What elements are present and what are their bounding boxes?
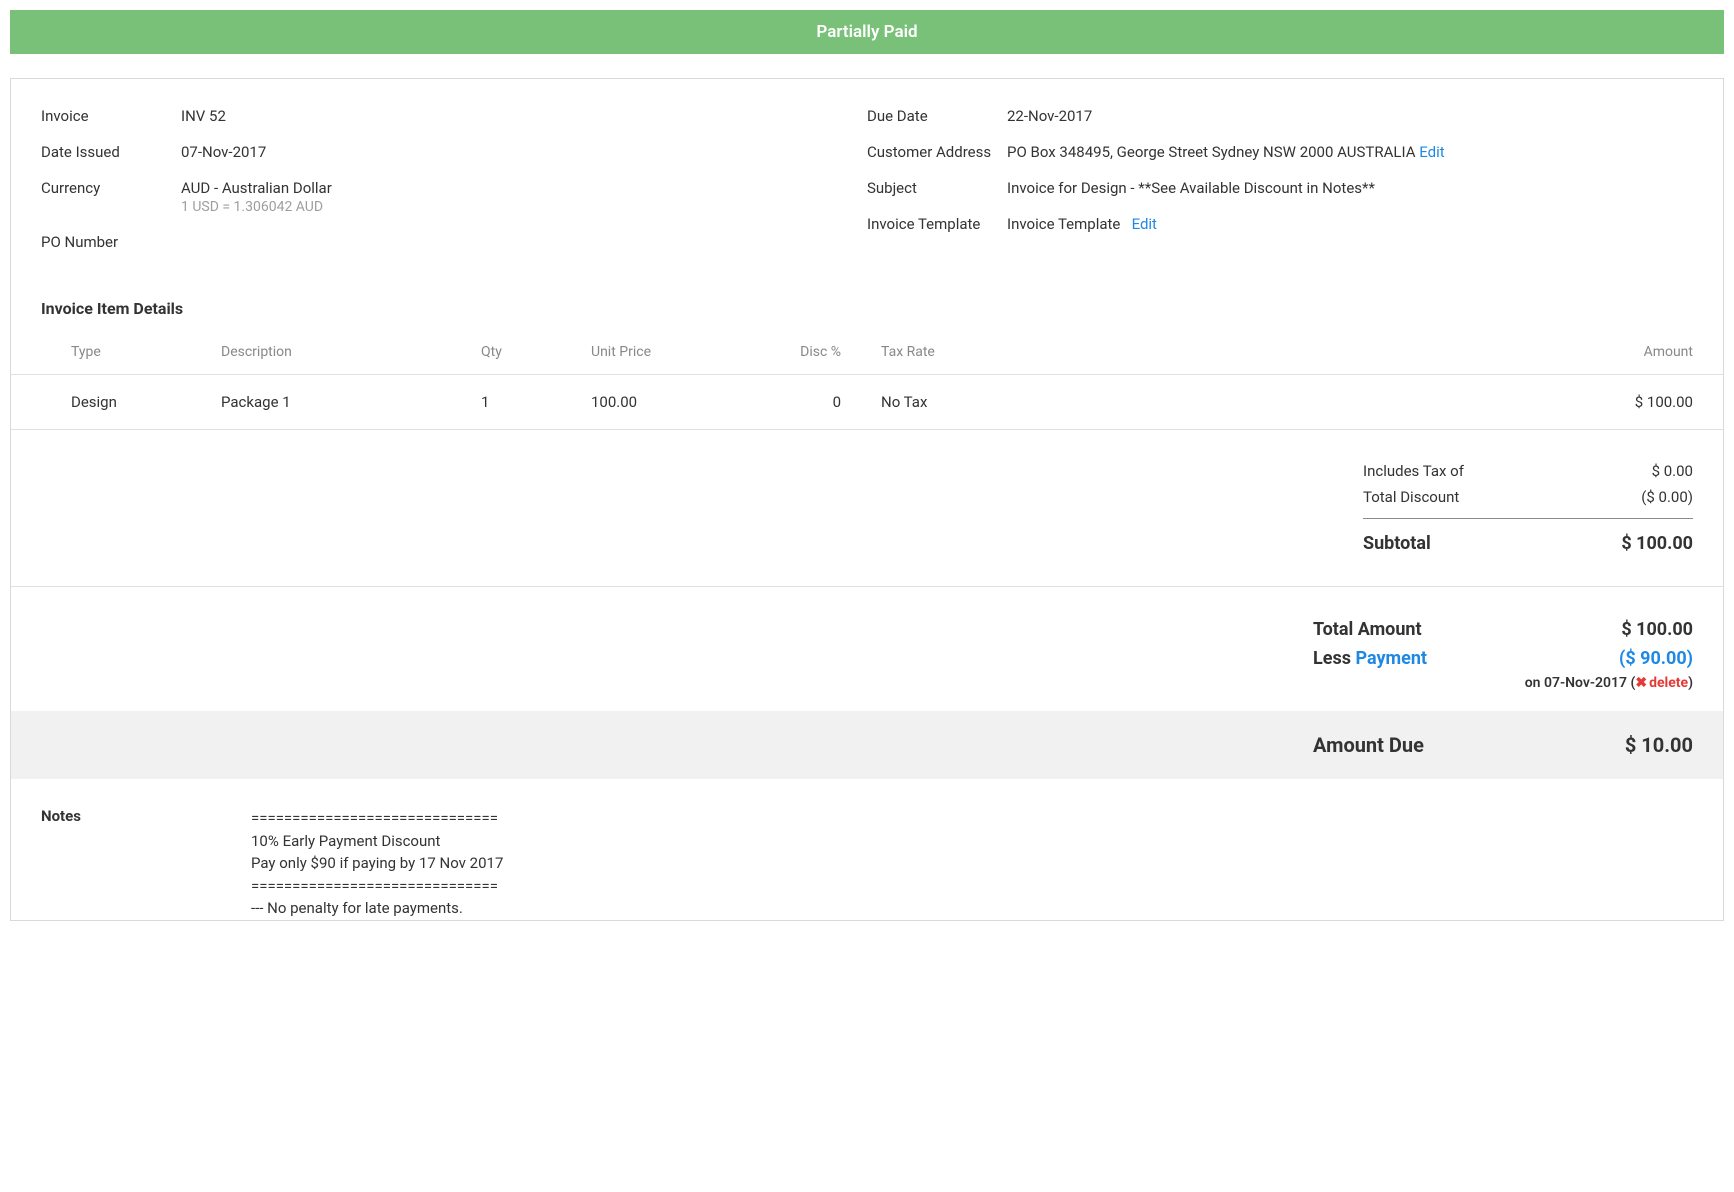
edit-customer-address-link[interactable]: Edit [1419,143,1444,161]
invoice-meta: Invoice INV 52 Date Issued 07-Nov-2017 C… [11,79,1723,279]
less-payment-value: ($ 90.00) [1619,648,1693,669]
subject-value: Invoice for Design - **See Available Dis… [1007,179,1693,197]
payment-paren-close: ) [1688,675,1693,691]
total-discount-label: Total Discount [1363,488,1459,506]
due-date-label: Due Date [867,107,1007,125]
close-icon: ✖ [1635,675,1647,691]
notes-label: Notes [41,807,251,920]
total-amount-label: Total Amount [1313,619,1422,640]
col-amount: Amount [1051,332,1723,375]
invoice-template-value: Invoice Template [1007,215,1120,233]
total-amount-value: $ 100.00 [1621,619,1693,640]
item-unit-price: 100.00 [581,375,771,430]
item-qty: 1 [471,375,581,430]
currency-value: AUD - Australian Dollar [181,179,867,197]
currency-label: Currency [41,179,181,197]
date-issued-value: 07-Nov-2017 [181,143,867,161]
amount-due-value: $ 10.00 [1625,733,1693,757]
delete-payment-text: delete [1649,675,1688,691]
amount-due-bar: Amount Due $ 10.00 [11,711,1723,779]
po-number-label: PO Number [41,233,181,251]
date-issued-label: Date Issued [41,143,181,161]
customer-address-value: PO Box 348495, George Street Sydney NSW … [1007,143,1415,161]
payment-on-prefix: on [1525,675,1544,691]
col-unit-price: Unit Price [581,332,771,375]
subtotal-value: $ 100.00 [1621,533,1693,554]
delete-payment-link[interactable]: ✖delete [1635,675,1688,691]
less-label: Less [1313,648,1351,669]
meta-right-column: Due Date 22-Nov-2017 Customer Address PO… [867,107,1693,269]
status-banner: Partially Paid [10,10,1724,54]
item-amount: $ 100.00 [1051,375,1723,430]
invoice-number-label: Invoice [41,107,181,125]
item-description: Package 1 [211,375,471,430]
col-description: Description [211,332,471,375]
includes-tax-value: $ 0.00 [1652,462,1693,480]
table-row: Design Package 1 1 100.00 0 No Tax $ 100… [11,375,1723,430]
payment-link[interactable]: Payment [1355,648,1427,669]
invoice-number-value: INV 52 [181,107,867,125]
col-tax-rate: Tax Rate [871,332,1051,375]
subtotal-label: Subtotal [1363,533,1431,554]
col-qty: Qty [471,332,581,375]
items-section-title: Invoice Item Details [11,279,1723,332]
invoice-template-label: Invoice Template [867,215,1007,233]
item-discount: 0 [771,375,871,430]
grand-total-block: Total Amount $ 100.00 Less Payment ($ 90… [11,587,1723,711]
subtotals-block: Includes Tax of $ 0.00 Total Discount ($… [11,430,1723,587]
notes-body: ============================== 10% Early… [251,807,503,920]
total-discount-value: ($ 0.00) [1641,488,1693,506]
subject-label: Subject [867,179,1007,197]
amount-due-label: Amount Due [1313,733,1424,757]
notes-section: Notes ============================== 10%… [11,779,1723,920]
due-date-value: 22-Nov-2017 [1007,107,1693,125]
col-type: Type [11,332,211,375]
item-type: Design [11,375,211,430]
col-discount: Disc % [771,332,871,375]
payment-meta: on 07-Nov-2017 (✖delete) [1313,675,1693,691]
invoice-items-table: Type Description Qty Unit Price Disc % T… [11,332,1723,430]
payment-on-date: 07-Nov-2017 [1544,675,1627,691]
includes-tax-label: Includes Tax of [1363,462,1464,480]
item-tax-rate: No Tax [871,375,1051,430]
customer-address-label: Customer Address [867,143,1007,161]
edit-invoice-template-link[interactable]: Edit [1132,215,1157,233]
meta-left-column: Invoice INV 52 Date Issued 07-Nov-2017 C… [41,107,867,269]
invoice-card: Invoice INV 52 Date Issued 07-Nov-2017 C… [10,78,1724,921]
currency-exchange-rate: 1 USD = 1.306042 AUD [181,199,867,215]
